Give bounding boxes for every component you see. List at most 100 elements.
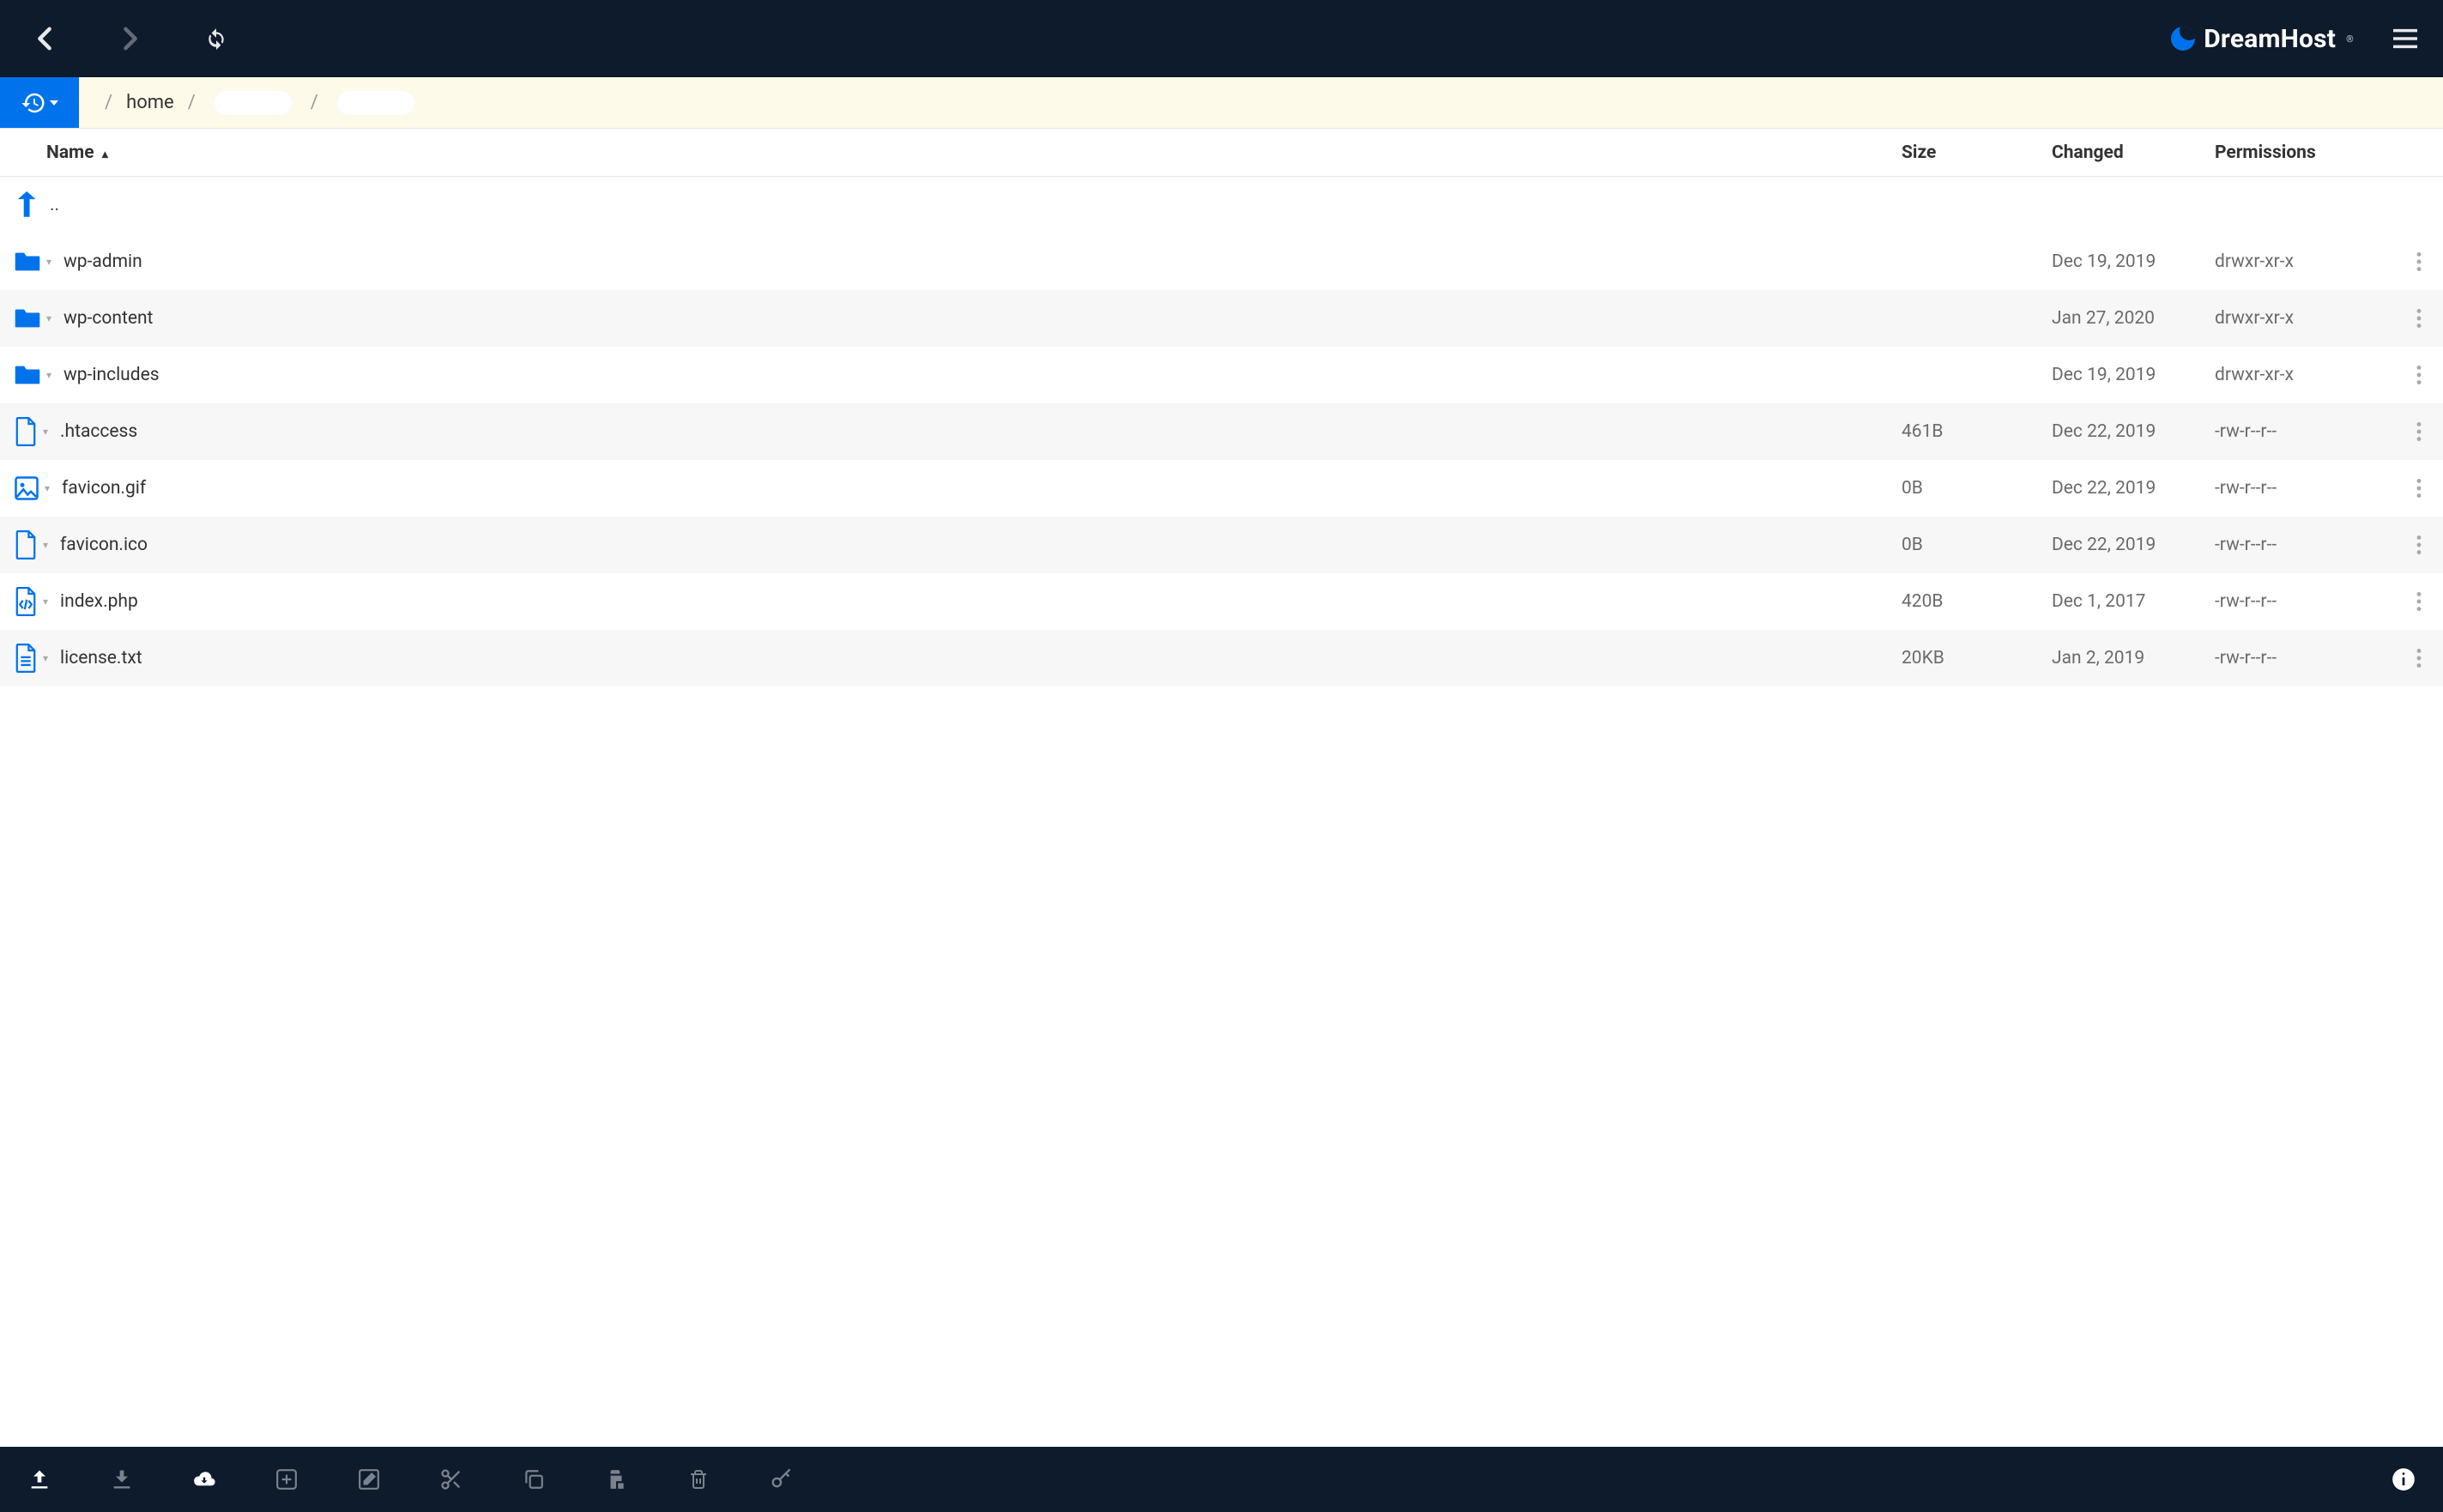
name-cell: ▾ favicon.gif xyxy=(0,475,1902,501)
download-cloud-button[interactable] xyxy=(189,1464,220,1495)
row-dropdown-toggle[interactable]: ▾ xyxy=(46,369,58,381)
file-name: wp-includes xyxy=(63,365,160,385)
cut-button[interactable] xyxy=(436,1464,467,1495)
file-name: wp-admin xyxy=(63,251,142,272)
column-header-changed[interactable]: Changed xyxy=(2052,142,2215,163)
folder-icon xyxy=(14,251,41,273)
row-actions[interactable] xyxy=(2395,309,2443,328)
copy-icon xyxy=(523,1467,545,1491)
file-permissions: drwxr-xr-x xyxy=(2215,365,2395,385)
table-header: Name ▴ Size Changed Permissions xyxy=(0,129,2443,177)
table-row[interactable]: ▾ wp-content Jan 27, 2020 drwxr-xr-x xyxy=(0,290,2443,347)
file-permissions: -rw-r--r-- xyxy=(2215,421,2395,442)
file-changed: Dec 19, 2019 xyxy=(2052,365,2215,385)
row-dropdown-toggle[interactable]: ▾ xyxy=(46,256,58,268)
folder-icon xyxy=(14,307,41,330)
edit-button[interactable] xyxy=(354,1464,384,1495)
name-cell: ▾ wp-content xyxy=(0,307,1902,330)
row-actions[interactable] xyxy=(2395,479,2443,498)
cloud-download-icon xyxy=(191,1469,217,1490)
file-changed: Dec 22, 2019 xyxy=(2052,535,2215,555)
row-actions[interactable] xyxy=(2395,252,2443,271)
more-vertical-icon xyxy=(2416,309,2422,328)
forward-button[interactable] xyxy=(113,21,148,56)
file-permissions: -rw-r--r-- xyxy=(2215,535,2395,555)
column-header-name[interactable]: Name ▴ xyxy=(0,142,1902,163)
breadcrumb-redacted[interactable] xyxy=(337,91,414,115)
file-changed: Jan 27, 2020 xyxy=(2052,308,2215,329)
up-arrow-icon xyxy=(14,191,38,219)
file-table: Name ▴ Size Changed Permissions .. ▾ wp-… xyxy=(0,129,2443,1447)
file-changed: Dec 22, 2019 xyxy=(2052,478,2215,499)
upload-button[interactable] xyxy=(24,1464,55,1495)
row-dropdown-toggle[interactable]: ▾ xyxy=(43,652,55,664)
top-nav-right: DreamHost® xyxy=(2171,21,2422,56)
file-size: 420B xyxy=(1902,591,2052,612)
dreamhost-logo-icon xyxy=(2171,27,2195,51)
file-name: license.txt xyxy=(60,648,142,668)
file-changed: Dec 1, 2017 xyxy=(2052,591,2215,612)
file-name: favicon.gif xyxy=(62,478,146,499)
up-directory-row[interactable]: .. xyxy=(0,177,2443,233)
breadcrumb-separator: / xyxy=(311,92,318,113)
copy-button[interactable] xyxy=(518,1464,549,1495)
history-button[interactable] xyxy=(0,77,79,128)
back-button[interactable] xyxy=(27,21,62,56)
row-dropdown-toggle[interactable]: ▾ xyxy=(45,482,57,494)
download-button[interactable] xyxy=(106,1464,137,1495)
new-button[interactable] xyxy=(271,1464,302,1495)
table-row[interactable]: ▾ index.php 420B Dec 1, 2017 -rw-r--r-- xyxy=(0,573,2443,630)
row-actions[interactable] xyxy=(2395,422,2443,441)
caret-down-icon xyxy=(50,100,58,106)
download-icon xyxy=(110,1467,134,1491)
delete-button[interactable] xyxy=(683,1464,714,1495)
more-vertical-icon xyxy=(2416,422,2422,441)
registered-mark: ® xyxy=(2346,33,2354,45)
more-vertical-icon xyxy=(2416,592,2422,611)
row-actions[interactable] xyxy=(2395,366,2443,384)
upload-icon xyxy=(27,1467,51,1491)
table-row[interactable]: ▾ license.txt 20KB Jan 2, 2019 -rw-r--r-… xyxy=(0,630,2443,686)
info-icon xyxy=(2392,1467,2416,1491)
file-size: 0B xyxy=(1902,478,2052,499)
table-row[interactable]: ▾ favicon.ico 0B Dec 22, 2019 -rw-r--r-- xyxy=(0,517,2443,573)
refresh-button[interactable] xyxy=(199,21,233,56)
breadcrumb-home[interactable]: home xyxy=(126,92,174,113)
column-header-size[interactable]: Size xyxy=(1902,142,2052,163)
file-permissions: -rw-r--r-- xyxy=(2215,478,2395,499)
bottom-toolbar-left xyxy=(24,1464,796,1495)
scissors-icon xyxy=(439,1467,463,1491)
paste-button[interactable] xyxy=(601,1464,632,1495)
breadcrumb-redacted[interactable] xyxy=(215,91,292,115)
row-dropdown-toggle[interactable]: ▾ xyxy=(46,312,58,324)
column-header-permissions[interactable]: Permissions xyxy=(2215,142,2395,163)
menu-button[interactable] xyxy=(2388,21,2422,56)
file-icon xyxy=(14,530,38,559)
table-row[interactable]: ▾ favicon.gif 0B Dec 22, 2019 -rw-r--r-- xyxy=(0,460,2443,517)
file-name: wp-content xyxy=(63,308,153,329)
breadcrumb-separator: / xyxy=(105,92,112,113)
row-dropdown-toggle[interactable]: ▾ xyxy=(43,426,55,438)
file-name: index.php xyxy=(60,591,138,612)
more-vertical-icon xyxy=(2416,366,2422,384)
table-row[interactable]: ▾ wp-admin Dec 19, 2019 drwxr-xr-x xyxy=(0,233,2443,290)
row-dropdown-toggle[interactable]: ▾ xyxy=(43,539,55,551)
name-cell: ▾ license.txt xyxy=(0,644,1902,673)
row-actions[interactable] xyxy=(2395,592,2443,611)
chevron-right-icon xyxy=(122,27,139,51)
row-actions[interactable] xyxy=(2395,649,2443,668)
table-row[interactable]: ▾ .htaccess 461B Dec 22, 2019 -rw-r--r-- xyxy=(0,403,2443,460)
table-row[interactable]: ▾ wp-includes Dec 19, 2019 drwxr-xr-x xyxy=(0,347,2443,403)
file-permissions: drwxr-xr-x xyxy=(2215,308,2395,329)
brand-logo-container[interactable]: DreamHost® xyxy=(2171,24,2354,54)
permissions-button[interactable] xyxy=(765,1464,796,1495)
chevron-left-icon xyxy=(36,27,53,51)
row-actions[interactable] xyxy=(2395,535,2443,554)
breadcrumb-separator: / xyxy=(188,92,196,113)
info-button[interactable] xyxy=(2388,1464,2419,1495)
row-dropdown-toggle[interactable]: ▾ xyxy=(43,596,55,608)
file-size: 461B xyxy=(1902,421,2052,442)
more-vertical-icon xyxy=(2416,252,2422,271)
file-name: favicon.ico xyxy=(60,535,148,555)
more-vertical-icon xyxy=(2416,649,2422,668)
